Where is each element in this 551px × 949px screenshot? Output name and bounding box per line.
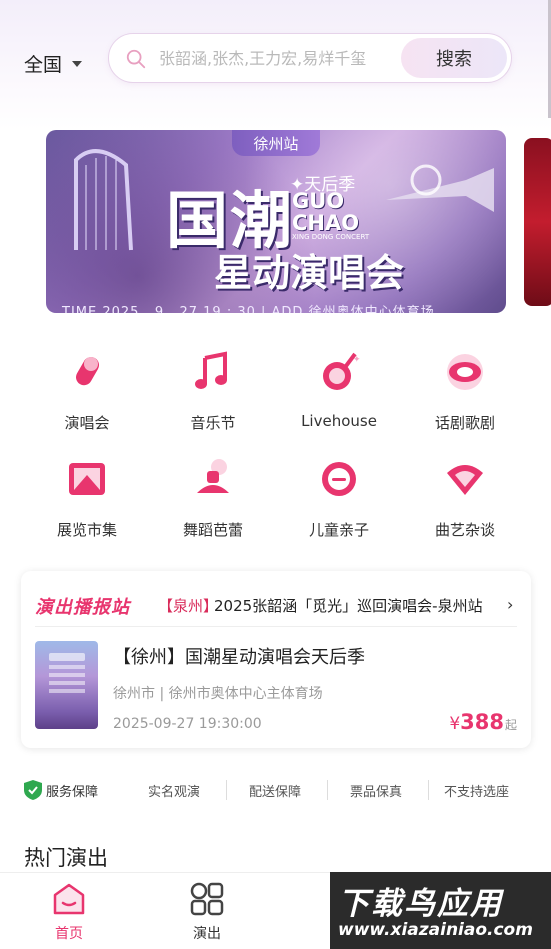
banner-time: TIME 2025 . 9 . 27 19 : 30 | ADD 徐州奥体中心体… xyxy=(62,305,435,313)
service-label: 服务保障 xyxy=(46,785,99,800)
tab-home[interactable]: 首页 xyxy=(24,873,114,949)
tab-shows[interactable]: 演出 xyxy=(162,873,252,949)
show-time: 2025-09-27 19:30:00 xyxy=(113,716,262,732)
broadcast-city-tag: 【泉州】 xyxy=(158,597,219,615)
banner-chao: CHAO xyxy=(292,211,360,235)
category-label: 展览市集 xyxy=(56,521,117,539)
category-label: 演唱会 xyxy=(64,414,110,432)
watermark-text: 下载鸟应用 xyxy=(338,886,503,922)
divider xyxy=(35,626,517,627)
show-poster[interactable] xyxy=(35,641,98,729)
search-bar[interactable]: 搜索 xyxy=(108,33,512,83)
child-face-icon xyxy=(322,462,356,496)
promo-banner[interactable]: 徐州站 国潮 ✦天后季 GUO CHAO XING DONG CONCERT 星… xyxy=(46,130,506,313)
category-concert[interactable]: 演唱会 xyxy=(24,340,150,440)
watermark-url: www.xiazainiao.com xyxy=(338,920,533,940)
trumpet-illustration xyxy=(386,164,494,212)
music-note-icon xyxy=(195,351,227,389)
show-venue: 徐州市 | 徐州市奥体中心主体育场 xyxy=(113,686,323,702)
home-icon xyxy=(53,883,85,915)
show-title[interactable]: 【徐州】国潮星动演唱会天后季 xyxy=(113,643,365,669)
service-item: 配送保障 xyxy=(249,785,302,800)
show-price: ¥ 388 起 xyxy=(449,710,517,734)
category-label: Livehouse xyxy=(301,412,377,430)
microphone-icon xyxy=(76,357,99,386)
search-input[interactable] xyxy=(159,43,399,73)
category-label: 音乐节 xyxy=(190,414,236,432)
picture-frame-icon xyxy=(69,463,105,495)
tab-label: 演出 xyxy=(193,926,221,942)
category-kids-family[interactable]: 儿童亲子 xyxy=(276,447,402,547)
category-exhibition[interactable]: 展览市集 xyxy=(24,447,150,547)
broadcast-title: 演出播报站 xyxy=(35,597,130,618)
city-selector[interactable]: 全国 xyxy=(24,50,83,77)
divider xyxy=(226,780,227,800)
section-title-hot-shows: 热门演出 xyxy=(24,846,108,870)
category-livehouse[interactable]: ✦ Livehouse xyxy=(276,340,402,440)
price-currency: ¥ xyxy=(449,714,461,734)
category-label: 儿童亲子 xyxy=(308,521,369,539)
category-label: 舞蹈芭蕾 xyxy=(182,521,243,539)
grid-icon xyxy=(190,882,224,916)
banner-subtitle: XING DONG CONCERT xyxy=(292,233,370,241)
watermark-logo: 下载鸟应用 www.xiazainiao.com xyxy=(330,872,551,949)
price-value: 388 xyxy=(460,710,504,734)
category-quyi-talkshow[interactable]: 曲艺杂谈 xyxy=(402,447,528,547)
category-label: 曲艺杂谈 xyxy=(434,521,495,539)
folding-fan-icon xyxy=(447,465,483,495)
shield-check-icon xyxy=(24,780,42,800)
divider xyxy=(428,780,429,800)
banner-title-line2: 星动演唱会 xyxy=(214,250,405,295)
svg-text:✦: ✦ xyxy=(353,355,361,365)
service-item: 票品保真 xyxy=(350,785,403,800)
guitar-icon: ✦ xyxy=(323,352,361,390)
category-drama-opera[interactable]: 话剧歌剧 xyxy=(402,340,528,440)
service-guarantee-bar[interactable]: 服务保障 实名观演 配送保障 票品保真 不支持选座 xyxy=(0,776,551,804)
price-suffix: 起 xyxy=(504,718,517,732)
category-music-festival[interactable]: 音乐节 xyxy=(150,340,276,440)
broadcast-card: 演出播报站 【泉州】 2025张韶涵「觅光」巡回演唱会-泉州站 › 【徐州】国潮… xyxy=(21,571,531,748)
chevron-down-icon xyxy=(72,60,83,67)
broadcast-headline[interactable]: 2025张韶涵「觅光」巡回演唱会-泉州站 xyxy=(214,595,483,616)
search-icon xyxy=(125,48,147,70)
banner-guo: GUO xyxy=(292,189,345,213)
poster-art xyxy=(49,653,85,693)
ballet-skirt-icon xyxy=(197,459,229,493)
harp-illustration xyxy=(74,149,133,251)
category-dance-ballet[interactable]: 舞蹈芭蕾 xyxy=(150,447,276,547)
banner-station-tag: 徐州站 xyxy=(232,130,320,156)
banner-guo-chao: GUO CHAO xyxy=(292,190,359,234)
city-label: 全国 xyxy=(24,54,63,76)
category-label: 话剧歌剧 xyxy=(434,414,495,432)
drama-mask-icon xyxy=(447,354,483,390)
service-item: 实名观演 xyxy=(148,785,201,800)
chevron-right-icon[interactable]: › xyxy=(507,595,513,614)
tab-label: 首页 xyxy=(55,926,83,942)
next-banner-peek[interactable] xyxy=(524,138,551,306)
service-item: 不支持选座 xyxy=(444,785,510,800)
header: 全国 搜索 xyxy=(0,30,551,86)
search-button[interactable]: 搜索 xyxy=(401,38,507,78)
divider xyxy=(327,780,328,800)
